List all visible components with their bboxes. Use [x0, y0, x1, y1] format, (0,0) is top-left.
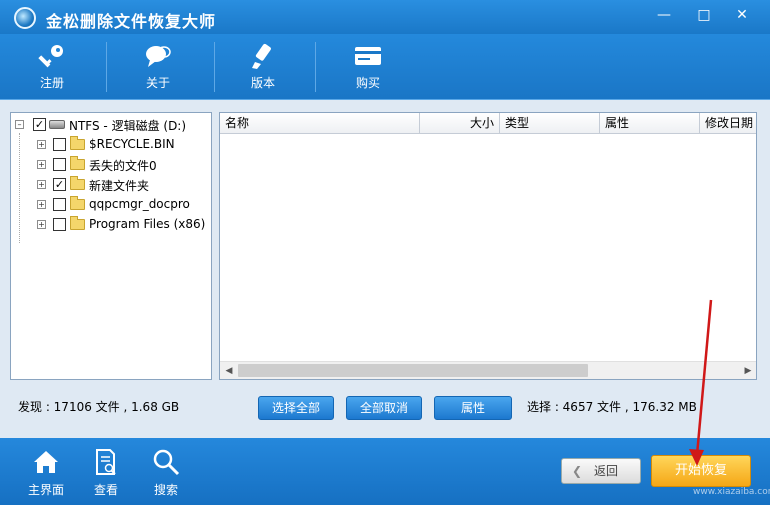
main-area: – ✓ NTFS - 逻辑磁盘 (D:) + $RECYCLE.BIN + 丢失… — [0, 100, 770, 438]
maximize-icon[interactable]: □ — [690, 4, 718, 26]
tree-item-checkbox[interactable] — [53, 218, 66, 231]
column-attributes[interactable]: 属性 — [600, 113, 700, 134]
folder-icon — [70, 176, 85, 190]
tree-item[interactable]: + 丢失的文件0 — [15, 156, 211, 174]
folder-icon — [70, 156, 85, 170]
tree-item-label: 新建文件夹 — [89, 179, 150, 193]
tree-item-checkbox[interactable] — [53, 158, 66, 171]
view-button[interactable]: 查看 — [80, 438, 132, 505]
tree-item-label: $RECYCLE.BIN — [89, 137, 175, 151]
chat-bubble-icon — [146, 46, 171, 67]
file-list-header: 名称 大小 类型 属性 修改日期 — [220, 113, 756, 134]
tree-item-checkbox[interactable]: ✓ — [53, 178, 66, 191]
minimize-icon[interactable]: — — [650, 4, 678, 26]
back-button[interactable]: ❮ 返回 — [561, 458, 641, 484]
window-title: 金松删除文件恢复大师 — [46, 12, 217, 31]
tree-item-label: 丢失的文件0 — [89, 159, 157, 173]
toolbar-divider — [106, 42, 107, 92]
deselect-all-button[interactable]: 全部取消 — [346, 396, 422, 420]
tree-item[interactable]: + ✓ 新建文件夹 — [15, 176, 211, 194]
file-list[interactable]: 名称 大小 类型 属性 修改日期 ◀ ▶ — [219, 112, 757, 380]
about-button[interactable]: 关于 — [116, 34, 200, 100]
about-label: 关于 — [145, 76, 170, 90]
tree-item[interactable]: + qqpcmgr_docpro — [15, 196, 211, 214]
highlighter-icon — [252, 43, 271, 69]
close-icon[interactable]: ✕ — [728, 4, 756, 26]
search-label: 搜索 — [153, 483, 178, 497]
scroll-right-icon[interactable]: ▶ — [740, 363, 756, 379]
home-icon — [34, 451, 58, 473]
tree-root-checkbox[interactable]: ✓ — [33, 118, 46, 131]
folder-icon — [70, 216, 85, 230]
magnifier-icon — [153, 449, 180, 476]
register-button[interactable]: 注册 — [10, 34, 94, 100]
drive-icon — [49, 120, 65, 129]
column-type[interactable]: 类型 — [500, 113, 600, 134]
toolbar-divider — [214, 42, 215, 92]
watermark: www.xiazaiba.com — [693, 487, 770, 497]
expand-icon[interactable]: + — [37, 140, 46, 149]
tree-item[interactable]: + Program Files (x86) — [15, 216, 211, 234]
document-search-icon — [96, 449, 116, 475]
tree-item-checkbox[interactable] — [53, 138, 66, 151]
title-bar: 金松删除文件恢复大师 — □ ✕ — [0, 0, 770, 34]
collapse-icon[interactable]: – — [15, 120, 24, 129]
scroll-left-icon[interactable]: ◀ — [221, 363, 237, 379]
version-label: 版本 — [250, 76, 275, 90]
select-all-button[interactable]: 选择全部 — [258, 396, 334, 420]
app-logo-icon — [14, 7, 36, 29]
register-label: 注册 — [39, 76, 64, 90]
key-icon — [38, 45, 63, 68]
toolbar-divider — [315, 42, 316, 92]
tree-item-label: qqpcmgr_docpro — [89, 197, 190, 211]
start-recovery-button[interactable]: 开始恢复 — [651, 455, 751, 487]
found-summary: 发现 : 17106 文件 , 1.68 GB — [18, 400, 180, 414]
tree-item-checkbox[interactable] — [53, 198, 66, 211]
column-modified-date[interactable]: 修改日期 — [700, 113, 756, 134]
back-label: 返回 — [594, 464, 619, 478]
home-button[interactable]: 主界面 — [20, 438, 72, 505]
column-size[interactable]: 大小 — [420, 113, 500, 134]
version-button[interactable]: 版本 — [221, 34, 305, 100]
tree-item-label: Program Files (x86) — [89, 217, 206, 231]
expand-icon[interactable]: + — [37, 160, 46, 169]
card-icon — [355, 47, 381, 65]
tree-root[interactable]: – ✓ NTFS - 逻辑磁盘 (D:) — [15, 116, 211, 134]
tree-root-label: NTFS - 逻辑磁盘 (D:) — [69, 119, 187, 133]
folder-icon — [70, 136, 85, 150]
expand-icon[interactable]: + — [37, 180, 46, 189]
buy-button[interactable]: 购买 — [326, 34, 410, 100]
expand-icon[interactable]: + — [37, 220, 46, 229]
folder-tree[interactable]: – ✓ NTFS - 逻辑磁盘 (D:) + $RECYCLE.BIN + 丢失… — [10, 112, 212, 380]
properties-button[interactable]: 属性 — [434, 396, 512, 420]
scrollbar-thumb[interactable] — [238, 364, 588, 377]
tree-item[interactable]: + $RECYCLE.BIN — [15, 136, 211, 154]
bottom-bar: 主界面 查看 搜索 ❮ 返回 开始恢复 — [0, 438, 770, 505]
home-label: 主界面 — [27, 483, 64, 497]
top-toolbar: 注册 关于 版本 购买 — [0, 34, 770, 100]
expand-icon[interactable]: + — [37, 200, 46, 209]
buy-label: 购买 — [355, 76, 380, 90]
search-button[interactable]: 搜索 — [140, 438, 192, 505]
selected-summary: 选择 : 4657 文件 , 176.32 MB — [527, 400, 697, 414]
chevron-left-icon: ❮ — [572, 464, 583, 478]
column-name[interactable]: 名称 — [220, 113, 420, 134]
folder-icon — [70, 196, 85, 210]
horizontal-scrollbar[interactable]: ◀ ▶ — [220, 361, 756, 379]
view-label: 查看 — [93, 483, 118, 497]
status-bar: 发现 : 17106 文件 , 1.68 GB 选择全部 全部取消 属性 选择 … — [0, 390, 770, 438]
